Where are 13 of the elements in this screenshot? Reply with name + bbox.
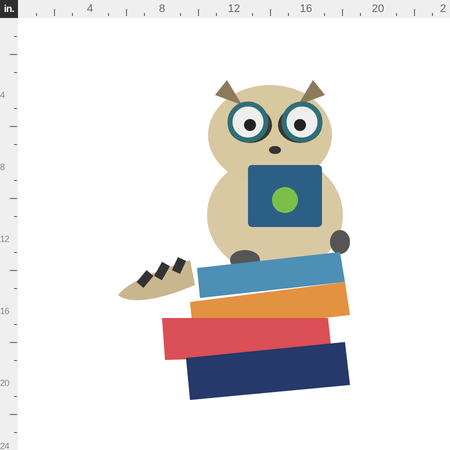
ruler-label: 24: [0, 441, 10, 450]
ruler-label: 20: [0, 378, 10, 388]
ruler-label: 4: [86, 3, 94, 15]
ruler-unit[interactable]: in.: [0, 0, 18, 18]
ruler-label: 8: [0, 162, 5, 172]
ruler-label: 20: [372, 3, 384, 15]
ruler-label: 16: [300, 3, 312, 15]
ruler-label: 12: [0, 234, 10, 244]
ruler-label: 4: [0, 90, 5, 100]
ruler-label: 16: [0, 306, 10, 316]
ruler-label: 2: [440, 3, 446, 15]
ruler-label: 8: [158, 3, 166, 15]
ruler-label: 12: [228, 3, 240, 15]
